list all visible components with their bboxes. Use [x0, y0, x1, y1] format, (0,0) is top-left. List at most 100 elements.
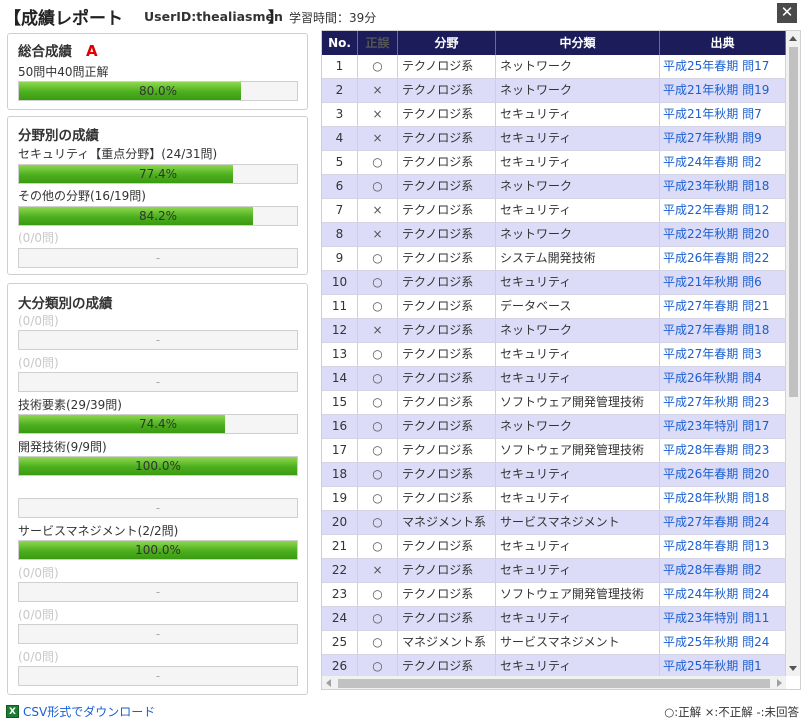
cell-source-link[interactable]: 平成23年特別 問17	[660, 415, 786, 438]
csv-download-label[interactable]: CSV形式でダウンロード	[23, 703, 155, 719]
cell-subcategory: システム開発技術	[496, 247, 660, 270]
cell-field: テクノロジ系	[398, 607, 496, 630]
cell-no: 7	[322, 199, 358, 222]
cell-source-link[interactable]: 平成25年春期 問17	[660, 55, 786, 78]
cell-result: ○	[358, 535, 398, 558]
table-row: 25 ○ マネジメント系 サービスマネジメント 平成25年秋期 問24	[322, 631, 786, 655]
cell-source-link[interactable]: 平成26年春期 問20	[660, 463, 786, 486]
table-row: 19 ○ テクノロジ系 セキュリティ 平成28年秋期 問18	[322, 487, 786, 511]
col-source: 出典	[660, 31, 786, 55]
cell-source-link[interactable]: 平成21年秋期 問6	[660, 271, 786, 294]
cell-field: テクノロジ系	[398, 535, 496, 558]
overall-title-text: 総合成績	[18, 44, 72, 60]
cell-subcategory: セキュリティ	[496, 559, 660, 582]
field-panel: 分野別の成績 セキュリティ【重点分野】(24/31問) 77.4% その他の分野(1…	[7, 116, 308, 275]
study-time: 学習時間：39分	[289, 11, 377, 25]
overall-summary: 50問中40問正解	[18, 65, 109, 79]
close-button[interactable]: ✕	[777, 3, 797, 23]
cell-subcategory: セキュリティ	[496, 535, 660, 558]
cell-field: テクノロジ系	[398, 223, 496, 246]
horizontal-scrollbar[interactable]	[322, 676, 786, 689]
cell-no: 25	[322, 631, 358, 654]
field-panel-title: 分野別の成績	[18, 128, 99, 144]
overall-progress-label: 80.0%	[138, 84, 178, 98]
cell-field: マネジメント系	[398, 631, 496, 654]
cell-source-link[interactable]: 平成21年秋期 問7	[660, 103, 786, 126]
progress-percent: -	[155, 627, 161, 641]
cell-source-link[interactable]: 平成28年春期 問13	[660, 535, 786, 558]
progress-percent: -	[155, 333, 161, 347]
cell-source-link[interactable]: 平成22年秋期 問20	[660, 223, 786, 246]
scroll-right-arrow[interactable]	[777, 679, 782, 687]
cell-field: テクノロジ系	[398, 151, 496, 174]
cell-field: テクノロジ系	[398, 199, 496, 222]
cell-result: ○	[358, 271, 398, 294]
cell-no: 12	[322, 319, 358, 342]
table-body: 1 ○ テクノロジ系 ネットワーク 平成25年春期 問17 2 × テクノロジ系 ネットワーク平…	[322, 55, 786, 679]
cell-source-link[interactable]: 平成26年秋期 問4	[660, 367, 786, 390]
horizontal-scroll-thumb[interactable]	[338, 679, 770, 688]
cell-no: 20	[322, 511, 358, 534]
cell-subcategory: セキュリティ	[496, 199, 660, 222]
cell-source-link[interactable]: 平成21年秋期 問19	[660, 79, 786, 102]
progress-label: (0/0問)	[18, 231, 59, 245]
cell-subcategory: セキュリティ	[496, 655, 660, 678]
table-row: 15 ○ テクノロジ系 ソフトウェア開発管理技術 平成27年秋期 問23	[322, 391, 786, 415]
progress-label: (0/0問)	[18, 650, 59, 664]
cell-source-link[interactable]: 平成28年春期 問23	[660, 439, 786, 462]
vertical-scrollbar[interactable]	[786, 31, 800, 676]
progress-percent: -	[155, 501, 161, 515]
progress-percent: 100.0%	[135, 459, 181, 473]
progress-percent: 74.4%	[138, 417, 178, 431]
cell-source-link[interactable]: 平成27年春期 問21	[660, 295, 786, 318]
cell-source-link[interactable]: 平成27年春期 問18	[660, 319, 786, 342]
table-row: 17 ○ テクノロジ系 ソフトウェア開発管理技術 平成28年春期 問23	[322, 439, 786, 463]
cell-subcategory: セキュリティ	[496, 463, 660, 486]
cell-subcategory: セキュリティ	[496, 103, 660, 126]
cell-field: テクノロジ系	[398, 247, 496, 270]
category-panel-title: 大分類別の成績	[18, 296, 113, 312]
cell-source-link[interactable]: 平成27年秋期 問23	[660, 391, 786, 414]
table-row: 12 × テクノロジ系 ネットワーク 平成27年春期 問18	[322, 319, 786, 343]
cell-source-link[interactable]: 平成28年春期 問2	[660, 559, 786, 582]
cell-source-link[interactable]: 平成26年春期 問22	[660, 247, 786, 270]
cell-source-link[interactable]: 平成25年秋期 問24	[660, 631, 786, 654]
progress-percent: -	[155, 251, 161, 265]
report-title: 【成績レポート	[4, 9, 123, 29]
cell-no: 15	[322, 391, 358, 414]
cell-subcategory: セキュリティ	[496, 151, 660, 174]
progress-label: サービスマネジメント(2/2問)	[18, 524, 179, 538]
cell-result: ○	[358, 487, 398, 510]
table-row: 20 ○ マネジメント系 サービスマネジメント 平成27年春期 問24	[322, 511, 786, 535]
cell-result: ○	[358, 631, 398, 654]
cell-source-link[interactable]: 平成24年春期 問2	[660, 151, 786, 174]
cell-source-link[interactable]: 平成27年春期 問3	[660, 343, 786, 366]
cell-source-link[interactable]: 平成27年春期 問24	[660, 511, 786, 534]
cell-result: ○	[358, 463, 398, 486]
scroll-left-arrow[interactable]	[326, 679, 331, 687]
cell-source-link[interactable]: 平成27年秋期 問9	[660, 127, 786, 150]
cell-field: テクノロジ系	[398, 583, 496, 606]
table-row: 3 × テクノロジ系 セキュリティ 平成21年秋期 問7	[322, 103, 786, 127]
scroll-up-arrow[interactable]	[789, 36, 797, 41]
cell-no: 10	[322, 271, 358, 294]
cell-field: テクノロジ系	[398, 343, 496, 366]
cell-result: ○	[358, 415, 398, 438]
progress-bar: 74.4%	[18, 414, 298, 434]
progress-bar: -	[18, 330, 298, 350]
cell-result: ×	[358, 223, 398, 246]
cell-source-link[interactable]: 平成25年秋期 問1	[660, 655, 786, 678]
cell-subcategory: サービスマネジメント	[496, 631, 660, 654]
table-row: 9 ○ テクノロジ系 システム開発技術 平成26年春期 問22	[322, 247, 786, 271]
cell-source-link[interactable]: 平成23年特別 問11	[660, 607, 786, 630]
cell-field: テクノロジ系	[398, 487, 496, 510]
cell-field: テクノロジ系	[398, 55, 496, 78]
cell-source-link[interactable]: 平成28年秋期 問18	[660, 487, 786, 510]
cell-source-link[interactable]: 平成22年春期 問12	[660, 199, 786, 222]
progress-bar: -	[18, 666, 298, 686]
scroll-down-arrow[interactable]	[789, 666, 797, 671]
cell-source-link[interactable]: 平成24年秋期 問24	[660, 583, 786, 606]
cell-source-link[interactable]: 平成23年秋期 問18	[660, 175, 786, 198]
csv-download-link[interactable]: X CSV形式でダウンロード	[6, 703, 155, 719]
vertical-scroll-thumb[interactable]	[789, 47, 798, 397]
